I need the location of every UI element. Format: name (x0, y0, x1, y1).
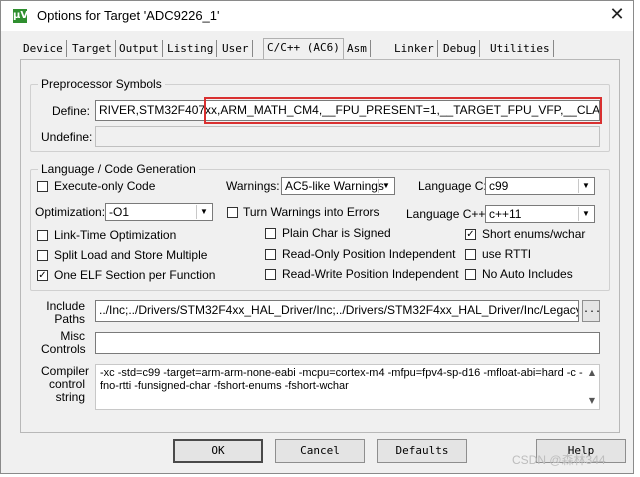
tab-device[interactable]: Device (20, 40, 67, 57)
include-paths-field[interactable]: ../Inc;../Drivers/STM32F4xx_HAL_Driver/I… (95, 300, 579, 322)
chevron-down-icon[interactable]: ▼ (378, 179, 393, 193)
compiler-scrollbar[interactable]: ▲ ▼ (586, 366, 598, 408)
split-load-checkbox[interactable] (37, 250, 48, 261)
include-label: Include Paths (41, 300, 85, 326)
app-icon: μV (13, 9, 29, 23)
no-auto-includes-label: No Auto Includes (482, 267, 573, 281)
define-label: Define: (51, 104, 90, 118)
use-rtti-label: use RTTI (482, 247, 532, 261)
chevron-down-icon[interactable]: ▼ (578, 179, 593, 193)
one-elf-checkbox[interactable]: ✓ (37, 270, 48, 281)
tab-output[interactable]: Output (116, 40, 163, 57)
scroll-down-icon[interactable]: ▼ (586, 394, 598, 408)
ropi-checkbox[interactable] (265, 249, 276, 260)
short-enums-checkbox[interactable]: ✓ (465, 229, 476, 240)
optimization-value: -O1 (109, 205, 130, 219)
language-cpp-combo[interactable]: c++11 ▼ (485, 205, 595, 223)
execute-only-label: Execute-only Code (54, 179, 156, 193)
language-cpp-value: c++11 (489, 207, 522, 221)
title-bar[interactable]: μV Options for Target 'ADC9226_1' ✕ (1, 1, 633, 31)
execute-only-checkbox[interactable] (37, 181, 48, 192)
warnings-combo[interactable]: AC5-like Warnings ▼ (281, 177, 395, 195)
tab-listing[interactable]: Listing (164, 40, 218, 57)
undefine-label: Undefine: (41, 130, 93, 144)
misc-label: Misc Controls (41, 330, 86, 356)
language-cpp-label: Language C++: (406, 207, 489, 221)
highlight-box (204, 97, 602, 124)
ok-button[interactable]: OK (173, 439, 263, 463)
tab-linker[interactable]: Linker (391, 40, 438, 57)
short-enums-label: Short enums/wchar (482, 227, 586, 241)
scroll-up-icon[interactable]: ▲ (586, 366, 598, 380)
tab-utilities[interactable]: Utilities (487, 40, 554, 57)
optimization-combo[interactable]: -O1 ▼ (105, 203, 213, 221)
include-browse-button[interactable]: ... (582, 300, 601, 322)
split-load-label: Split Load and Store Multiple (54, 248, 208, 262)
watermark: CSDN @森林344 (512, 453, 606, 467)
defaults-button[interactable]: Defaults (377, 439, 467, 463)
options-dialog: μV Options for Target 'ADC9226_1' ✕ Devi… (0, 0, 634, 474)
one-elf-label: One ELF Section per Function (54, 268, 216, 282)
link-time-label: Link-Time Optimization (54, 228, 177, 242)
no-auto-includes-checkbox[interactable] (465, 269, 476, 280)
cancel-button[interactable]: Cancel (275, 439, 365, 463)
misc-controls-field[interactable] (95, 332, 600, 354)
plain-char-label: Plain Char is Signed (282, 226, 391, 240)
chevron-down-icon[interactable]: ▼ (578, 207, 593, 221)
turn-warnings-checkbox[interactable] (227, 207, 238, 218)
tab-user[interactable]: User (219, 40, 253, 57)
misc-label-line2: Controls (41, 342, 86, 356)
language-c-label: Language C: (418, 179, 487, 193)
preprocessor-group-title: Preprocessor Symbols (38, 77, 165, 91)
optimization-label: Optimization: (35, 205, 106, 219)
plain-char-checkbox[interactable] (265, 228, 276, 239)
close-icon[interactable]: ✕ (605, 4, 629, 26)
window-title: Options for Target 'ADC9226_1' (37, 8, 220, 23)
undefine-field[interactable] (95, 126, 600, 147)
compiler-label: Compiler control string (41, 365, 89, 404)
language-c-value: c99 (489, 179, 509, 193)
ropi-label: Read-Only Position Independent (282, 247, 456, 261)
language-group-title: Language / Code Generation (38, 162, 199, 176)
chevron-down-icon[interactable]: ▼ (196, 205, 211, 219)
language-c-combo[interactable]: c99 ▼ (485, 177, 595, 195)
tab-target[interactable]: Target (69, 40, 116, 57)
tab-cpp-ac6[interactable]: C/C++ (AC6) (263, 38, 344, 59)
warnings-label: Warnings: (226, 179, 280, 193)
rwpi-label: Read-Write Position Independent (282, 267, 459, 281)
warnings-value: AC5-like Warnings (285, 179, 384, 193)
include-label-line2: Paths (54, 312, 85, 326)
rwpi-checkbox[interactable] (265, 269, 276, 280)
compiler-label-line3: string (55, 390, 85, 404)
link-time-checkbox[interactable] (37, 230, 48, 241)
turn-warnings-label: Turn Warnings into Errors (243, 205, 380, 219)
tab-debug[interactable]: Debug (440, 40, 481, 57)
use-rtti-checkbox[interactable] (465, 249, 476, 260)
compiler-control-string[interactable]: -xc -std=c99 -target=arm-arm-none-eabi -… (95, 364, 600, 410)
tab-asm[interactable]: Asm (344, 40, 371, 57)
